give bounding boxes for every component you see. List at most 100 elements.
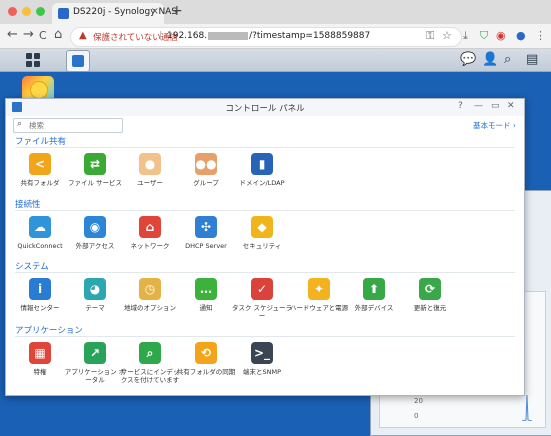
search-icon[interactable]: ⌕ bbox=[504, 52, 511, 67]
browser-menu-icon[interactable]: ⋮ bbox=[535, 29, 546, 42]
section-title: アプリケーション bbox=[15, 326, 83, 336]
control-panel-item-label: 外部デバイス bbox=[354, 304, 394, 312]
usage-spike bbox=[522, 394, 532, 421]
control-panel-item[interactable]: >_ 端末とSNMP bbox=[231, 342, 293, 376]
window-titlebar[interactable]: コントロール パネル ? — ▭ ✕ bbox=[6, 99, 524, 116]
section-divider bbox=[15, 272, 515, 273]
regional-options-icon: ◷ bbox=[139, 278, 161, 300]
url-text[interactable]: 192.168. /?timestamp=1588859887 bbox=[167, 31, 370, 41]
notification-icon: … bbox=[195, 278, 217, 300]
control-panel-item[interactable]: ⌂ ネットワーク bbox=[119, 216, 181, 250]
control-panel-item[interactable]: … 通知 bbox=[175, 278, 237, 312]
control-panel-item[interactable]: < 共有フォルダ bbox=[9, 153, 71, 187]
control-panel-item-label: テーマ bbox=[85, 304, 105, 312]
bookmark-star-icon[interactable]: ☆ bbox=[442, 29, 452, 42]
extension-icon[interactable]: ◉ bbox=[496, 29, 506, 42]
control-panel-item[interactable]: ● ユーザー bbox=[119, 153, 181, 187]
minimize-window-button[interactable] bbox=[22, 7, 31, 16]
file-services-icon: ⇄ bbox=[84, 153, 106, 175]
control-panel-item-label: 通知 bbox=[199, 304, 213, 312]
close-window-button[interactable] bbox=[8, 7, 17, 16]
info-center-icon: i bbox=[29, 278, 51, 300]
widgets-icon[interactable]: ▤ bbox=[526, 52, 538, 67]
key-icon[interactable]: ⚿ bbox=[426, 29, 434, 43]
control-panel-item[interactable]: ◉ 外部アクセス bbox=[64, 216, 126, 250]
minimize-button[interactable]: — bbox=[474, 101, 483, 111]
control-panel-item[interactable]: ◷ 地域のオプション bbox=[119, 278, 181, 312]
update-restore-icon: ⟳ bbox=[419, 278, 441, 300]
section-divider bbox=[15, 210, 515, 211]
control-panel-item-label: ハードウェアと電源 bbox=[289, 304, 349, 312]
control-panel-item-label: 共有フォルダの同期 bbox=[176, 368, 236, 376]
control-panel-item[interactable]: ☁ QuickConnect bbox=[9, 216, 71, 250]
application-portal-icon: ↗ bbox=[84, 342, 106, 364]
basic-mode-link[interactable]: 基本モード › bbox=[473, 120, 516, 131]
url-prefix: 192.168. bbox=[167, 31, 208, 41]
forward-button[interactable]: → bbox=[23, 27, 34, 42]
redacted-url-segment bbox=[208, 31, 249, 40]
url-suffix: /?timestamp=1588859887 bbox=[249, 31, 371, 41]
control-panel-item-label: タスク スケジューラー bbox=[231, 304, 293, 320]
control-panel-item[interactable]: ▮ ドメイン/LDAP bbox=[231, 153, 293, 187]
control-panel-item-label: グループ bbox=[193, 179, 219, 187]
control-panel-item-label: 更新と復元 bbox=[413, 304, 447, 312]
search-box[interactable]: ⌕ bbox=[13, 118, 123, 133]
maximize-window-button[interactable] bbox=[36, 7, 45, 16]
control-panel-item[interactable]: ⇄ ファイル サービス bbox=[64, 153, 126, 187]
tab-close-button[interactable]: × bbox=[151, 6, 159, 17]
main-menu-icon[interactable] bbox=[26, 53, 40, 67]
profile-avatar-icon[interactable]: ● bbox=[516, 29, 526, 42]
user-options-icon[interactable]: 👤 bbox=[482, 52, 498, 67]
search-icon: ⌕ bbox=[17, 119, 23, 129]
control-panel-item[interactable]: ◆ セキュリティ bbox=[231, 216, 293, 250]
section-title: システム bbox=[15, 262, 49, 272]
control-panel-item[interactable]: ⬆ 外部デバイス bbox=[343, 278, 405, 312]
maximize-button[interactable]: ▭ bbox=[491, 101, 500, 111]
control-panel-item[interactable]: ✓ タスク スケジューラー bbox=[231, 278, 293, 320]
notifications-icon[interactable]: 💬 bbox=[460, 52, 476, 67]
url-field[interactable]: ▲ 保護されていない通信 | 192.168. /?timestamp=15888… bbox=[70, 27, 462, 47]
window-title: コントロール パネル bbox=[225, 104, 305, 114]
close-button[interactable]: ✕ bbox=[507, 101, 515, 111]
control-panel-item[interactable]: ↗ アプリケーション ポータル bbox=[64, 342, 126, 384]
control-panel-item[interactable]: ◕ テーマ bbox=[64, 278, 126, 312]
control-panel-item-label: 外部アクセス bbox=[75, 242, 115, 250]
home-button[interactable]: ⌂ bbox=[54, 27, 62, 42]
control-panel-item-label: DHCP Server bbox=[185, 242, 227, 250]
new-tab-button[interactable]: + bbox=[171, 3, 183, 19]
back-button[interactable]: ← bbox=[7, 27, 18, 42]
section-divider bbox=[15, 336, 515, 337]
smiley-icon bbox=[30, 81, 48, 99]
shield-extension-icon[interactable]: ⛉ bbox=[480, 29, 488, 43]
insecure-connection-label[interactable]: 保護されていない通信 bbox=[93, 31, 178, 43]
group-icon: ●● bbox=[195, 153, 217, 175]
control-panel-item[interactable]: ✣ DHCP Server bbox=[175, 216, 237, 250]
task-scheduler-icon: ✓ bbox=[251, 278, 273, 300]
control-panel-item-label: ネットワーク bbox=[130, 242, 170, 250]
control-panel-item-label: 情報センター bbox=[20, 304, 60, 312]
control-panel-item[interactable]: ▦ 特権 bbox=[9, 342, 71, 376]
user-icon: ● bbox=[139, 153, 161, 175]
help-button[interactable]: ? bbox=[458, 101, 463, 111]
download-icon[interactable]: ⤓ bbox=[463, 29, 468, 43]
control-panel-item-label: ドメイン/LDAP bbox=[239, 179, 285, 187]
control-panel-item[interactable]: ⌕ サービスにインデックスを付けています bbox=[119, 342, 181, 384]
theme-icon: ◕ bbox=[84, 278, 106, 300]
section-title: 接続性 bbox=[15, 200, 41, 210]
reload-button[interactable]: C bbox=[39, 29, 47, 42]
browser-address-bar: ← → C ⌂ ▲ 保護されていない通信 | 192.168. /?timesta… bbox=[0, 24, 551, 49]
search-input[interactable] bbox=[29, 120, 117, 131]
shared-folder-icon: < bbox=[29, 153, 51, 175]
control-panel-item[interactable]: ⟲ 共有フォルダの同期 bbox=[175, 342, 237, 376]
taskbar-control-panel-button[interactable] bbox=[66, 50, 90, 72]
control-panel-item[interactable]: i 情報センター bbox=[9, 278, 71, 312]
browser-tab[interactable]: DS220j - Synology NAS × bbox=[52, 3, 177, 24]
control-panel-item-label: 共有フォルダ bbox=[20, 179, 60, 187]
control-panel-item[interactable]: ⟳ 更新と復元 bbox=[399, 278, 461, 312]
control-panel-item-label: 特権 bbox=[33, 368, 47, 376]
indexing-service-icon: ⌕ bbox=[139, 342, 161, 364]
control-panel-item-label: セキュリティ bbox=[242, 242, 282, 250]
control-panel-item[interactable]: ●● グループ bbox=[175, 153, 237, 187]
control-panel-item[interactable]: ✦ ハードウェアと電源 bbox=[288, 278, 350, 312]
axis-value: 0 bbox=[414, 412, 419, 420]
